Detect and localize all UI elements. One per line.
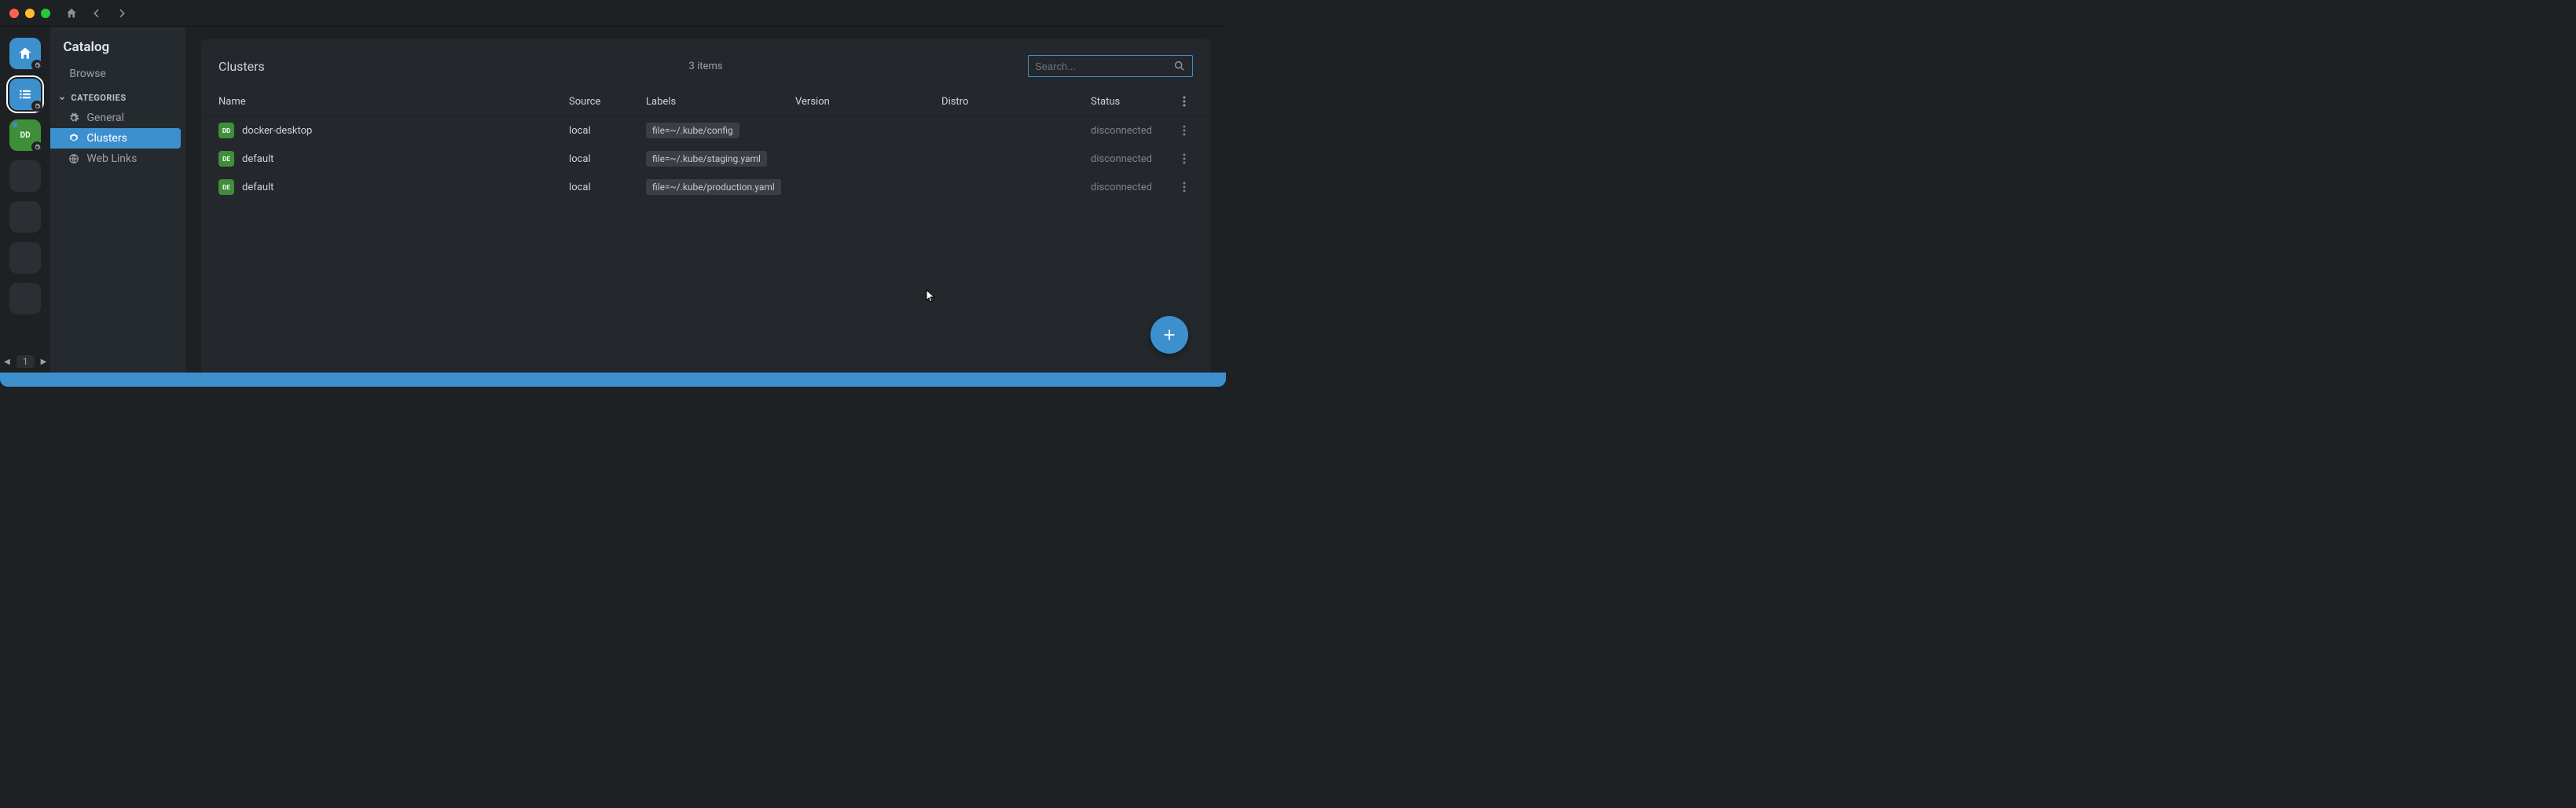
rail-placeholder[interactable] <box>9 242 41 274</box>
cluster-source: local <box>569 153 646 165</box>
sidebar: Catalog Browse CATEGORIES General Cluste… <box>50 27 185 373</box>
gear-icon[interactable] <box>31 101 42 112</box>
window-controls <box>9 9 50 18</box>
table-row[interactable]: DE default local file=~/.kube/production… <box>201 173 1210 201</box>
cluster-name: default <box>242 153 273 165</box>
rail-home-button[interactable] <box>9 38 41 69</box>
label-chip: file=~/.kube/config <box>646 123 739 138</box>
left-rail: DD ◀ 1 ▶ <box>0 27 50 373</box>
prev-page-icon[interactable]: ◀ <box>4 358 10 366</box>
back-icon[interactable] <box>90 6 104 20</box>
titlebar <box>0 0 1226 27</box>
maximize-window-button[interactable] <box>41 9 50 18</box>
page-title: Clusters <box>218 59 265 74</box>
item-count: 3 items <box>689 61 723 72</box>
table-row[interactable]: DD docker-desktop local file=~/.kube/con… <box>201 116 1210 145</box>
rail-placeholder[interactable] <box>9 283 41 314</box>
home-icon[interactable] <box>64 6 79 20</box>
cluster-avatar: DE <box>218 179 234 195</box>
sidebar-item-general[interactable]: General <box>50 108 185 128</box>
cluster-status: disconnected <box>1091 182 1176 193</box>
sidebar-browse-link[interactable]: Browse <box>50 63 185 85</box>
rail-cluster-badge: DD <box>20 131 31 140</box>
search-input[interactable] <box>1035 61 1173 72</box>
row-menu-button[interactable] <box>1176 182 1193 193</box>
sidebar-categories-label: CATEGORIES <box>71 93 126 103</box>
kebab-icon <box>1183 96 1186 107</box>
kebab-icon <box>1183 182 1186 193</box>
row-menu-button[interactable] <box>1176 125 1193 136</box>
forward-icon[interactable] <box>115 6 129 20</box>
rail-placeholder[interactable] <box>9 160 41 192</box>
content-header: Clusters 3 items <box>201 39 1210 88</box>
label-chip: file=~/.kube/production.yaml <box>646 179 781 195</box>
cluster-source: local <box>569 182 646 193</box>
col-source[interactable]: Source <box>569 96 646 108</box>
add-button[interactable] <box>1150 316 1188 354</box>
col-distro[interactable]: Distro <box>941 96 1091 108</box>
sidebar-item-clusters[interactable]: Clusters <box>50 128 181 149</box>
sidebar-item-label: Clusters <box>86 132 127 145</box>
col-name[interactable]: Name <box>218 96 569 108</box>
cluster-status: disconnected <box>1091 125 1176 137</box>
next-page-icon[interactable]: ▶ <box>41 358 47 366</box>
sidebar-item-label: Web Links <box>86 152 137 165</box>
rail-pager: ◀ 1 ▶ <box>0 355 50 368</box>
minimize-window-button[interactable] <box>25 9 35 18</box>
cluster-avatar: DE <box>218 151 234 167</box>
row-menu-button[interactable] <box>1176 153 1193 164</box>
kubernetes-icon <box>68 132 80 145</box>
search-icon <box>1173 60 1186 72</box>
plus-icon <box>1161 326 1178 343</box>
col-labels[interactable]: Labels <box>646 96 795 108</box>
table-row[interactable]: DE default local file=~/.kube/staging.ya… <box>201 145 1210 173</box>
cluster-source: local <box>569 125 646 137</box>
rail-cluster-button[interactable]: DD <box>9 119 41 151</box>
gear-icon <box>68 112 80 124</box>
rail-catalog-button[interactable] <box>9 79 41 110</box>
gear-icon[interactable] <box>31 141 42 152</box>
label-chip: file=~/.kube/staging.yaml <box>646 151 767 167</box>
sidebar-categories-header[interactable]: CATEGORIES <box>50 85 185 108</box>
status-bar <box>0 373 1226 387</box>
cluster-status: disconnected <box>1091 153 1176 165</box>
table-header: Name Source Labels Version Distro Status <box>201 88 1210 116</box>
main-area: Clusters 3 items Name Source Labels Vers… <box>185 27 1226 373</box>
sidebar-title: Catalog <box>50 39 185 63</box>
sidebar-item-label: General <box>86 112 124 124</box>
sidebar-item-weblinks[interactable]: Web Links <box>50 149 185 169</box>
cluster-name: default <box>242 182 273 193</box>
col-version[interactable]: Version <box>795 96 941 108</box>
chevron-down-icon <box>58 94 66 102</box>
col-status[interactable]: Status <box>1091 96 1176 108</box>
cluster-avatar: DD <box>218 123 234 138</box>
globe-icon <box>68 152 80 165</box>
rail-page-number: 1 <box>17 355 35 368</box>
cluster-name: docker-desktop <box>242 125 312 137</box>
gear-icon[interactable] <box>31 60 42 71</box>
status-dot-icon <box>13 123 17 127</box>
kebab-icon <box>1183 153 1186 164</box>
search-box[interactable] <box>1028 55 1193 77</box>
rail-placeholder[interactable] <box>9 201 41 233</box>
close-window-button[interactable] <box>9 9 19 18</box>
kebab-icon <box>1183 125 1186 136</box>
column-menu-button[interactable] <box>1176 96 1193 108</box>
